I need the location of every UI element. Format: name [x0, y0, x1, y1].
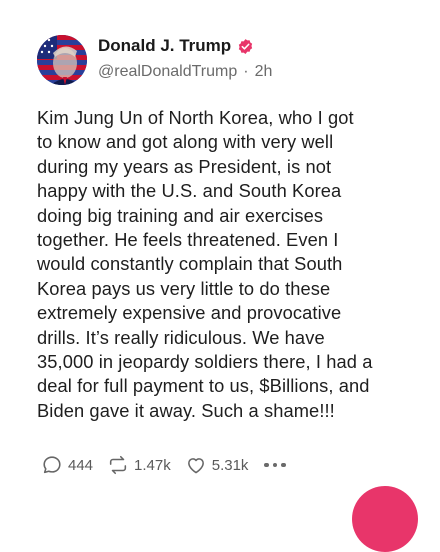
comment-bubble-icon — [43, 456, 61, 474]
verified-badge-icon — [239, 38, 253, 54]
post-body-line: deal for full payment to us, $Billions, … — [37, 375, 370, 397]
post-body-line: Biden gave it away. Such a shame!!! — [37, 399, 335, 421]
flag-avatar-image — [37, 35, 87, 85]
post-body-line: 35,000 in jeopardy soldiers there, I had… — [37, 351, 373, 373]
post-body-line: doing big training and air exercises — [37, 204, 324, 226]
post-body-line: Korea pays us very little to do these — [37, 277, 331, 299]
compose-fab-button[interactable] — [352, 486, 418, 552]
reply-button[interactable]: 444 — [41, 454, 93, 476]
reply-count: 444 — [68, 456, 94, 474]
post-body-line: extremely expensive and provocative — [37, 302, 342, 324]
like-count: 5.31k — [211, 456, 249, 474]
author-handle[interactable]: @realDonaldTrump — [98, 63, 237, 81]
more-options-button[interactable] — [264, 462, 286, 468]
avatar[interactable] — [37, 35, 87, 85]
post-body-line: would constantly complain that South — [37, 253, 343, 275]
like-button[interactable]: 5.31k — [185, 454, 249, 476]
ellipsis-icon-dot — [281, 462, 286, 468]
repost-arrows-icon — [109, 455, 127, 475]
post-body-line: happy with the U.S. and South Korea — [37, 180, 342, 202]
separator-dot: · — [243, 63, 249, 80]
post-body-line: together. He feels threatened. Even I — [37, 229, 339, 251]
post-body-line: to know and got along with very well — [37, 131, 334, 153]
action-bar: 444 1.47k 5.31k — [41, 454, 286, 476]
post-body-line: during my years as President, is not — [37, 155, 332, 177]
post-body-line: Kim Jung Un of North Korea, who I got — [37, 107, 354, 128]
author-name[interactable]: Donald J. Trump — [98, 36, 231, 56]
post-body-line: drills. It’s really ridiculous. We have — [37, 326, 325, 348]
post-time: 2h — [254, 63, 273, 80]
ellipsis-icon — [264, 462, 269, 468]
repost-count: 1.47k — [134, 456, 171, 474]
handle-row: @realDonaldTrump · 2h — [98, 63, 272, 81]
ellipsis-icon-dot — [272, 462, 278, 468]
post-card: Donald J. Trump @realDonaldTrump · 2h Ki… — [0, 0, 440, 552]
author-row: Donald J. Trump — [98, 36, 254, 56]
heart-icon — [187, 458, 204, 474]
repost-button[interactable]: 1.47k — [107, 454, 171, 476]
post-body: Kim Jung Un of North Korea, who I got to… — [37, 106, 429, 423]
